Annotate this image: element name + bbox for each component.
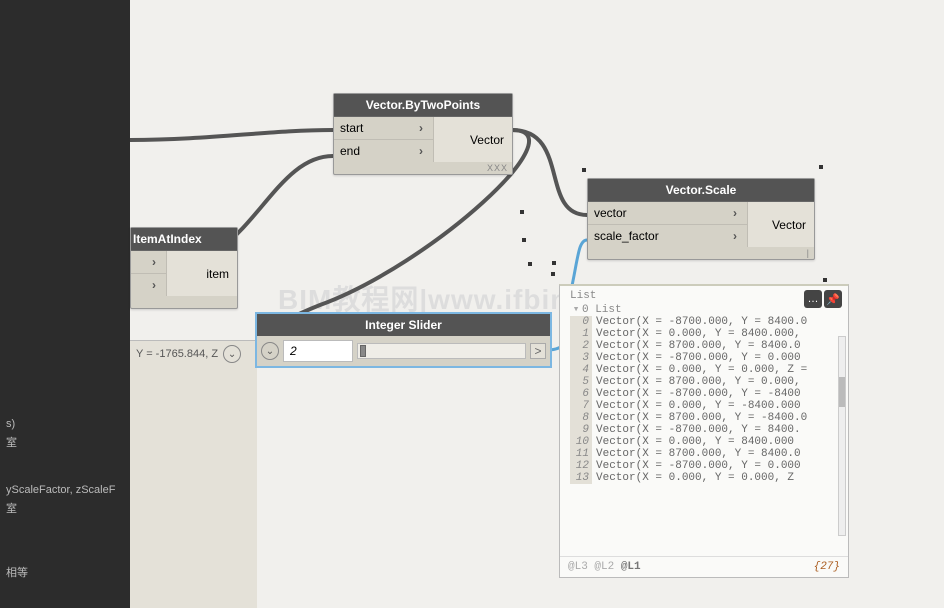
node-item-at-index[interactable]: ItemAtIndex › › item [130,227,238,309]
port-start[interactable]: start › [334,117,434,140]
output-row: 1Vector(X = 0.000, Y = 8400.000, [570,328,842,340]
node-title: ItemAtIndex [131,228,237,251]
chevron-right-icon: › [152,255,156,269]
sidebar-frag-3: yScaleFactor, zScaleF [6,484,115,496]
output-row: 5Vector(X = 8700.000, Y = 0.000, [570,376,842,388]
scrollbar[interactable] [838,336,846,536]
sidebar-frag-2: 室 [6,434,17,450]
slider-output-port[interactable]: > [530,343,546,359]
chevron-right-icon: › [733,206,737,220]
chevron-right-icon: › [419,121,423,135]
node-integer-slider[interactable]: Integer Slider ⌄ 2 > [255,312,552,368]
output-row: 10Vector(X = 0.000, Y = 8400.000 [570,436,842,448]
output-row: 11Vector(X = 8700.000, Y = 8400.0 [570,448,842,460]
output-count: {27} [814,561,840,573]
output-row: 13Vector(X = 0.000, Y = 0.000, Z [570,472,842,484]
port-label: item [206,267,229,281]
node-footer [131,296,237,308]
sidebar-frag-5: 相等 [6,564,28,580]
node-title: Vector.ByTwoPoints [334,94,512,117]
chevron-right-icon: › [419,144,423,158]
node-vector-scale[interactable]: Vector.Scale vector › scale_factor › Vec… [587,178,815,260]
chevron-right-icon: › [152,278,156,292]
node-footer: XXX [334,162,512,174]
port-label: Vector [470,133,504,147]
node-vector-bytwopoints[interactable]: Vector.ByTwoPoints start › end › Vector [333,93,513,175]
expand-icon[interactable]: ⌄ [223,345,241,363]
slider-value[interactable]: 2 [283,340,353,362]
output-row: 12Vector(X = -8700.000, Y = 0.000 [570,460,842,472]
sidebar-frag-4: 室 [6,500,17,516]
collapse-toggle-icon[interactable]: ⌄ [261,342,279,360]
port-list[interactable]: › [131,251,167,274]
output-row: 7Vector(X = 0.000, Y = -8400.000 [570,400,842,412]
output-row: 2Vector(X = 8700.000, Y = 8400.0 [570,340,842,352]
sidebar-frag-1: s) [6,418,15,430]
slider-thumb[interactable] [360,345,366,357]
port-label: scale_factor [594,229,659,243]
port-scale-factor[interactable]: scale_factor › [588,225,748,247]
node-footer: | [588,247,814,259]
chevron-right-icon: › [733,229,737,243]
node-title: Vector.Scale [588,179,814,202]
port-vector-out[interactable]: Vector [748,202,814,247]
graph-canvas[interactable]: BIM教程网|www.ifbim.com Vector.ByTwoPoints … [130,0,944,608]
output-row: 3Vector(X = -8700.000, Y = 0.000 [570,352,842,364]
scroll-thumb[interactable] [839,377,845,407]
port-index[interactable]: › [131,274,167,296]
node-title: Integer Slider [257,314,550,336]
output-row: 8Vector(X = 8700.000, Y = -8400.0 [570,412,842,424]
port-vector-in[interactable]: vector › [588,202,748,225]
output-row: 6Vector(X = -8700.000, Y = -8400 [570,388,842,400]
output-body: List ▾0 List 0Vector(X = -8700.000, Y = … [560,286,848,556]
status-coords: Y = -1765.844, Z ⌄ [130,340,257,608]
output-footer: @L3 @L2 @L1 {27} [560,556,848,577]
list-head: List [570,290,842,302]
output-row: 4Vector(X = 0.000, Y = 0.000, Z = [570,364,842,376]
list-sub: ▾0 List [570,302,842,316]
port-end[interactable]: end › [334,140,434,162]
output-row: 0Vector(X = -8700.000, Y = 8400.0 [570,316,842,328]
port-label: vector [594,206,627,220]
output-panel: … 📌 List ▾0 List 0Vector(X = -8700.000, … [559,284,849,578]
sidebar: s) 室 yScaleFactor, zScaleF 室 相等 [0,0,130,608]
slider-track[interactable] [357,343,526,359]
port-label: Vector [772,218,806,232]
level-labels: @L3 @L2 @L1 [568,561,641,573]
port-label: end [340,144,360,158]
port-item-out[interactable]: item [167,251,237,296]
port-label: start [340,121,363,135]
output-row: 9Vector(X = -8700.000, Y = 8400. [570,424,842,436]
port-vector-out[interactable]: Vector [434,117,512,162]
